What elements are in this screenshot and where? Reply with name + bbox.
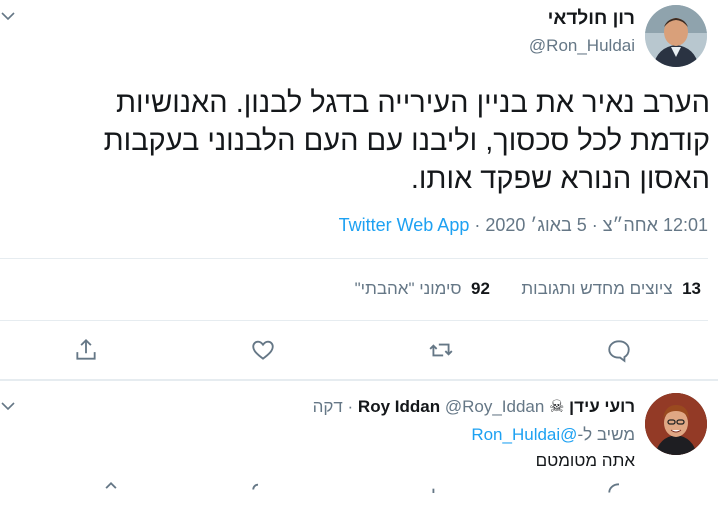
- retweets-stat[interactable]: 13 ציוצים מחדש ותגובות: [521, 279, 701, 298]
- source-app-link[interactable]: Twitter Web App: [339, 215, 470, 235]
- reply-icon[interactable]: [606, 480, 632, 506]
- reply-author-name-en[interactable]: Roy Iddan: [358, 397, 440, 416]
- likes-label: סימוני "אהבתי": [354, 279, 462, 298]
- reply-text: אתה מטומטם: [535, 451, 635, 470]
- retweet-icon[interactable]: [428, 337, 454, 363]
- replying-to: משיב ל-@Ron_Huldai: [471, 425, 635, 445]
- likes-count: 92: [471, 279, 490, 298]
- reply-author-name-he[interactable]: רועי עידן: [569, 397, 635, 416]
- share-icon[interactable]: [73, 337, 99, 363]
- heart-icon[interactable]: [250, 337, 276, 363]
- tweet-stats: 13 ציוצים מחדש ותגובות 92 סימוני "אהבתי": [355, 279, 701, 299]
- retweets-label: ציוצים מחדש ותגובות: [521, 279, 673, 298]
- replying-to-label: משיב ל-: [577, 425, 635, 444]
- chevron-down-icon[interactable]: [0, 8, 16, 24]
- tweet-timestamp[interactable]: 12:01 אחה״צ · 5 באוג׳ 2020: [485, 215, 708, 235]
- divider: [0, 320, 708, 321]
- author-name[interactable]: רון חולדאי: [548, 8, 635, 30]
- likes-stat[interactable]: 92 סימוני "אהבתי": [355, 279, 490, 298]
- reply-icon[interactable]: [606, 337, 632, 363]
- retweets-count: 13: [682, 279, 701, 298]
- author-handle[interactable]: @Ron_Huldai: [529, 36, 635, 56]
- heart-icon[interactable]: [250, 480, 276, 506]
- divider: [0, 258, 708, 259]
- reply-author-avatar[interactable]: [645, 393, 707, 455]
- reply-time[interactable]: · דקה: [313, 397, 354, 416]
- skull-flag-icon: ☠: [549, 397, 565, 416]
- tweet-text-line: האסון הנורא שפקד אותו.: [410, 163, 710, 195]
- chevron-down-icon[interactable]: [0, 398, 16, 414]
- tweet-text: הערב נאיר את בניין העירייה בדגל לבנון. ה…: [10, 84, 710, 198]
- divider: [0, 379, 718, 381]
- tweet-meta: 12:01 אחה״צ · 5 באוג׳ 2020 · Twitter Web…: [339, 215, 708, 236]
- meta-separator: ·: [474, 215, 481, 235]
- share-icon[interactable]: [98, 480, 124, 506]
- tweet-text-line: הערב נאיר את בניין העירייה בדגל לבנון. ה…: [115, 87, 710, 119]
- replying-to-handle[interactable]: @Ron_Huldai: [471, 425, 577, 444]
- reply-author-handle[interactable]: @Roy_Iddan: [445, 397, 545, 416]
- reply-header: רועי עידן ☠ Roy Iddan @Roy_Iddan · דקה: [313, 397, 635, 417]
- author-avatar[interactable]: [645, 5, 707, 67]
- retweet-icon[interactable]: [428, 480, 454, 506]
- tweet-text-line: קודמת לכל סכסוך, וליבנו עם העם הלבנוני ב…: [103, 125, 710, 157]
